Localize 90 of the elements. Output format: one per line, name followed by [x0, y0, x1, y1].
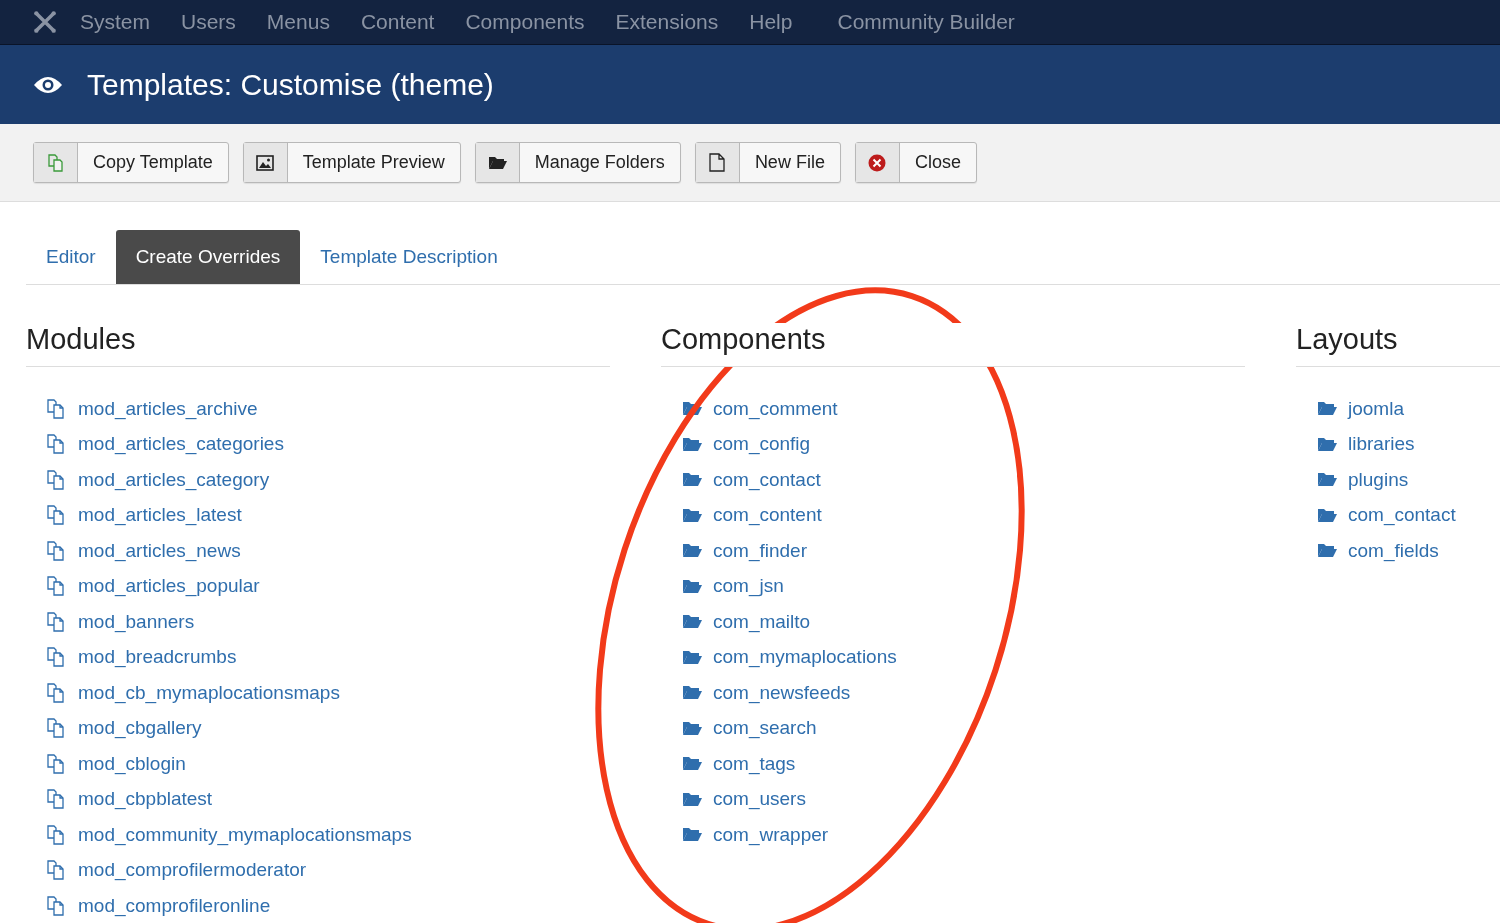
- folder-icon: [682, 756, 702, 772]
- image-icon: [256, 154, 275, 171]
- nav-menu-item[interactable]: Help: [749, 10, 793, 34]
- folder-icon: [682, 472, 702, 488]
- override-link[interactable]: com_mymaplocations: [713, 646, 897, 669]
- copy-icon: [47, 682, 67, 703]
- override-link[interactable]: libraries: [1348, 433, 1415, 456]
- copy-icon: [46, 153, 65, 172]
- override-link[interactable]: com_contact: [713, 468, 821, 491]
- tab[interactable]: Editor: [26, 230, 116, 284]
- override-link[interactable]: mod_articles_archive: [78, 397, 258, 420]
- folder-icon: [682, 507, 702, 523]
- file-icon: [709, 153, 726, 172]
- override-link[interactable]: com_tags: [713, 752, 796, 775]
- folder-icon: [487, 155, 507, 170]
- copy-icon: [47, 505, 67, 526]
- override-link[interactable]: com_newsfeeds: [713, 681, 851, 704]
- nav-menu-item[interactable]: Content: [360, 10, 435, 34]
- override-link[interactable]: com_content: [713, 504, 822, 527]
- override-link[interactable]: mod_articles_news: [78, 539, 241, 562]
- override-link[interactable]: mod_articles_latest: [78, 504, 242, 527]
- toolbar-button[interactable]: Template Preview: [242, 142, 461, 183]
- override-link[interactable]: com_fields: [1348, 539, 1439, 562]
- override-link[interactable]: mod_articles_popular: [78, 575, 260, 598]
- nav-menu-item[interactable]: Users: [181, 10, 236, 34]
- toolbar-button[interactable]: Manage Folders: [474, 142, 681, 183]
- close-icon: [868, 153, 887, 172]
- copy-icon: [47, 789, 67, 810]
- copy-icon: [47, 824, 67, 845]
- nav-menu-item[interactable]: Community Builder: [837, 10, 1015, 34]
- folder-icon: [682, 720, 702, 736]
- page-title: Templates: Customise (theme): [87, 67, 494, 102]
- tab[interactable]: Create Overrides: [115, 230, 301, 284]
- override-link[interactable]: mod_cbgallery: [78, 717, 202, 740]
- toolbar-button[interactable]: New File: [694, 142, 841, 183]
- copy-icon: [47, 647, 67, 668]
- section-heading: Components: [661, 323, 1245, 367]
- folder-icon: [682, 614, 702, 630]
- folder-icon: [1317, 401, 1337, 417]
- tab[interactable]: Template Description: [300, 230, 518, 284]
- folder-icon: [682, 543, 702, 559]
- folder-icon: [1317, 472, 1337, 488]
- copy-icon: [47, 540, 67, 561]
- nav-menu-item[interactable]: Menus: [266, 10, 330, 34]
- copy-icon: [47, 434, 67, 455]
- override-link[interactable]: joomla: [1348, 397, 1404, 420]
- override-link[interactable]: mod_cblogin: [78, 752, 186, 775]
- override-link[interactable]: mod_community_mymaplocationsmaps: [78, 823, 412, 846]
- eye-icon: [33, 74, 63, 95]
- override-link[interactable]: plugins: [1348, 468, 1409, 491]
- copy-icon: [47, 469, 67, 490]
- folder-icon: [1317, 507, 1337, 523]
- nav-menu-item[interactable]: System: [80, 10, 150, 34]
- override-link[interactable]: mod_comprofilermoderator: [78, 859, 307, 882]
- override-link[interactable]: com_search: [713, 717, 817, 740]
- copy-icon: [47, 860, 67, 881]
- folder-icon: [682, 685, 702, 701]
- folder-icon: [682, 649, 702, 665]
- folder-icon: [682, 791, 702, 807]
- toolbar-button[interactable]: Copy Template: [33, 142, 229, 183]
- copy-icon: [47, 576, 67, 597]
- override-link[interactable]: mod_cbpblatest: [78, 788, 213, 811]
- override-link[interactable]: mod_articles_category: [78, 468, 270, 491]
- override-link[interactable]: com_wrapper: [713, 823, 829, 846]
- override-link[interactable]: com_contact: [1348, 504, 1456, 527]
- override-link[interactable]: mod_breadcrumbs: [78, 646, 237, 669]
- folder-icon: [682, 401, 702, 417]
- override-link[interactable]: mod_comprofileronline: [78, 894, 271, 917]
- copy-icon: [47, 611, 67, 632]
- folder-icon: [682, 578, 702, 594]
- copy-icon: [47, 753, 67, 774]
- override-link[interactable]: com_users: [713, 788, 806, 811]
- override-link[interactable]: mod_banners: [78, 610, 195, 633]
- folder-icon: [682, 827, 702, 843]
- nav-menu-item[interactable]: Components: [465, 10, 585, 34]
- override-link[interactable]: com_finder: [713, 539, 807, 562]
- override-link[interactable]: mod_articles_categories: [78, 433, 284, 456]
- override-link[interactable]: com_mailto: [713, 610, 811, 633]
- override-link[interactable]: com_comment: [713, 397, 838, 420]
- nav-menu-item[interactable]: Extensions: [615, 10, 719, 34]
- override-link[interactable]: mod_cb_mymaplocationsmaps: [78, 681, 340, 704]
- override-link[interactable]: com_jsn: [713, 575, 784, 598]
- copy-icon: [47, 895, 67, 916]
- folder-icon: [682, 436, 702, 452]
- copy-icon: [47, 718, 67, 739]
- folder-icon: [1317, 436, 1337, 452]
- folder-icon: [1317, 543, 1337, 559]
- copy-icon: [47, 398, 67, 419]
- override-link[interactable]: com_config: [713, 433, 811, 456]
- toolbar-button[interactable]: Close: [854, 142, 977, 183]
